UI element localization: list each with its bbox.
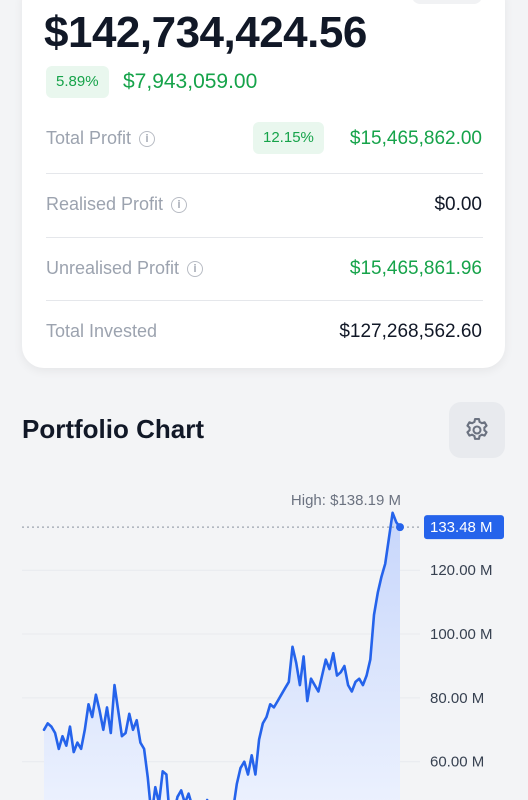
y-tick-label: 60.00 M (430, 754, 484, 771)
realised-profit-value: $0.00 (434, 194, 482, 215)
chart-settings-button[interactable] (449, 402, 505, 458)
high-value-label: High: $138.19 M (291, 492, 401, 509)
info-icon[interactable]: i (187, 260, 204, 277)
change-amount: $7,943,059.00 (123, 70, 258, 93)
change-percent-badge: 5.89% (46, 66, 109, 98)
row-divider (46, 173, 483, 174)
row-divider (46, 300, 483, 301)
total-balance: $142,734,424.56 (44, 8, 367, 57)
current-value-label: 133.48 M (430, 519, 493, 536)
unrealised-profit-label: Unrealised Profit i (46, 258, 204, 279)
total-invested-label: Total Invested (46, 321, 157, 342)
chart-area-fill (44, 512, 400, 800)
total-invested-label-text: Total Invested (46, 321, 158, 341)
gear-icon (466, 417, 488, 440)
total-invested-value: $127,268,562.60 (339, 321, 482, 342)
portfolio-chart[interactable]: High: $138.19 M 133.48 M 120.00 M 100.00 … (0, 480, 528, 800)
row-divider (46, 237, 483, 238)
realised-profit-label: Realised Profit i (46, 194, 188, 215)
total-profit-label: Total Profit i (46, 128, 156, 149)
total-profit-percent-badge: 12.15% (253, 122, 324, 154)
portfolio-chart-title: Portfolio Chart (22, 414, 204, 444)
total-profit-label-text: Total Profit (46, 128, 132, 148)
card-top-button[interactable] (412, 0, 482, 4)
total-profit-value: $15,465,862.00 (349, 128, 482, 149)
current-value-dot[interactable] (396, 523, 404, 532)
y-tick-label: 80.00 M (430, 690, 484, 707)
info-icon[interactable]: i (171, 196, 188, 213)
y-tick-label: 100.00 M (430, 626, 493, 643)
realised-profit-label-text: Realised Profit (46, 194, 164, 214)
y-tick-label: 120.00 M (430, 562, 493, 579)
unrealised-profit-label-text: Unrealised Profit (46, 258, 180, 278)
unrealised-profit-value: $15,465,861.96 (349, 258, 482, 279)
info-icon[interactable]: i (139, 130, 156, 147)
